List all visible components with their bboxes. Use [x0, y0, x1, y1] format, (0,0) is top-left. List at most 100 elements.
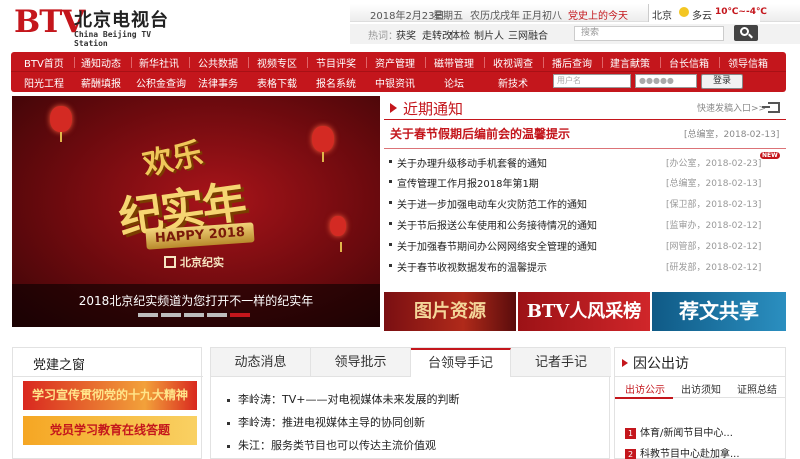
visit-tabs: 出访公示 出访须知 证照总结 [615, 376, 785, 399]
hot-word[interactable]: 体检 [450, 27, 470, 42]
hot-words-label: 热词： [368, 31, 398, 42]
notice-headline[interactable]: 关于春节假期后编前会的温馨提示 [390, 125, 570, 142]
notice-item[interactable]: 关于加强春节期间办公网网络安全管理的通知 [网管部，2018-02-12] [388, 236, 786, 254]
hero-caption[interactable]: 2018北京纪实频道为您打开不一样的纪实年 [12, 292, 380, 309]
banner-image-resources[interactable]: 图片资源 [384, 292, 516, 331]
visit-item-text[interactable]: 体育/新闻节目中心... [640, 428, 733, 439]
nav-item-notices[interactable]: 通知动态 [81, 55, 121, 70]
login-button[interactable]: 登录 [701, 74, 743, 89]
notice-item[interactable]: 关于春节收视数据发布的温馨提示 [研发部，2018-02-12] [388, 257, 786, 275]
tab-visit-guide[interactable]: 出访须知 [681, 381, 721, 396]
nav-item-suggestions[interactable]: 建言献策 [610, 55, 650, 70]
slide-dot[interactable] [161, 313, 181, 317]
login-arrow-icon[interactable] [762, 102, 780, 113]
nav-item-forms[interactable]: 表格下载 [257, 75, 297, 90]
btv-logo[interactable]: BTV 北京电视台 China Beijing TV Station [14, 4, 184, 48]
nav-item-assets[interactable]: 资产管理 [375, 55, 415, 70]
nav-item-signup[interactable]: 报名系统 [316, 75, 356, 90]
visit-list-item[interactable]: 1 体育/新闻节目中心... [625, 424, 733, 439]
slide-dot[interactable] [138, 313, 158, 317]
list-item-text[interactable]: 李岭涛：TV+——对电视媒体未来发展的判断 [238, 393, 459, 406]
notices-title: 近期通知 [403, 100, 464, 118]
hot-words-bar: 热词： 获奖 走转改 体检 制片人 三网融合 搜索 [350, 24, 800, 44]
hot-word[interactable]: 获奖 [396, 27, 416, 42]
slide-dot[interactable] [207, 313, 227, 317]
hero-slideshow[interactable]: 欢乐 纪实年 HAPPY 2018 北京纪实 2018北京纪实频道为您打开不一样… [12, 96, 380, 327]
notice-item-text[interactable]: 宣传管理工作月报2018年第1期 [397, 175, 539, 190]
username-input[interactable]: 用户名 [553, 74, 631, 88]
sun-cloud-icon [679, 7, 689, 17]
party-banner-online-quiz[interactable]: 党员学习教育在线答题 [23, 416, 197, 445]
nav-item-director-mailbox[interactable]: 台长信箱 [669, 55, 709, 70]
party-banner-19th-congress[interactable]: 学习宣传贯彻党的十九大精神 [23, 381, 197, 410]
banner-article-share[interactable]: 荐文共享 [652, 292, 786, 331]
lantern-icon [330, 216, 346, 252]
list-item[interactable]: 李岭涛：推进电视媒体主导的协同创新 [227, 414, 425, 430]
banner-btv-people[interactable]: BTV人风采榜 [518, 292, 650, 331]
list-item-text[interactable]: 李岭涛：推进电视媒体主导的协同创新 [238, 416, 425, 429]
list-item-text[interactable]: 朱江：服务类节目也可以传达主流价值观 [238, 439, 436, 452]
hot-word[interactable]: 三网融合 [508, 27, 548, 42]
notice-item[interactable]: 关于办理升级移动手机套餐的通知 [办公室，2018-02-23] NEW [388, 152, 786, 171]
search-button[interactable] [734, 25, 758, 41]
logo-cn-text: 北京电视台 [74, 10, 169, 31]
visit-item-text[interactable]: 科教节目中心赴加拿... [640, 449, 740, 459]
nav-item-home[interactable]: BTV首页 [24, 55, 64, 70]
notice-item-text[interactable]: 关于春节收视数据发布的温馨提示 [397, 259, 547, 274]
hero-caption-bar: 2018北京纪实频道为您打开不一样的纪实年 [12, 284, 380, 327]
tab-leader-instructions[interactable]: 领导批示 [311, 348, 411, 377]
notice-item[interactable]: 关于进一步加强电动车火灾防范工作的通知 [保卫部，2018-02-13] [388, 194, 786, 212]
nav-item-public-data[interactable]: 公共数据 [198, 55, 238, 70]
slide-dot-active[interactable] [230, 313, 250, 317]
notice-item-text[interactable]: 关于办理升级移动手机套餐的通知 [397, 155, 547, 170]
notice-item-meta: [研发部，2018-02-12] [666, 263, 762, 273]
hot-word[interactable]: 制片人 [474, 27, 504, 42]
lantern-icon [50, 106, 72, 142]
weekday-text: 星期五 [433, 11, 463, 22]
notice-item[interactable]: 关于节后报送公车使用和公务接待情况的通知 [监审办，2018-02-12] [388, 215, 786, 233]
tab-visit-summary[interactable]: 证照总结 [737, 381, 777, 396]
news-tabs-panel: 动态消息 领导批示 台领导手记 记者手记 李岭涛：TV+——对电视媒体未来发展的… [210, 347, 611, 459]
notice-item-meta: [网管部，2018-02-12] [666, 242, 762, 252]
nav-item-tapes[interactable]: 磁带管理 [434, 55, 474, 70]
party-history-link[interactable]: 党史上的今天 [568, 7, 628, 22]
nav-item-housing-fund[interactable]: 公积金查询 [136, 75, 186, 90]
nav-item-leader-mailbox[interactable]: 领导信箱 [728, 55, 768, 70]
nav-item-forum[interactable]: 论坛 [444, 75, 464, 90]
notices-panel: 近期通知 快速发稿入口>> 关于春节假期后编前会的温馨提示 [总编室，2018-… [384, 96, 786, 288]
tab-leader-notes[interactable]: 台领导手记 [411, 348, 511, 377]
notice-item[interactable]: 宣传管理工作月报2018年第1期 [总编室，2018-02-13] [388, 173, 786, 191]
nav-item-sunshine[interactable]: 阳光工程 [24, 75, 64, 90]
visit-panel-title: 因公出访 [633, 356, 689, 372]
notice-item-text[interactable]: 关于进一步加强电动车火灾防范工作的通知 [397, 196, 587, 211]
notice-item-text[interactable]: 关于加强春节期间办公网网络安全管理的通知 [397, 238, 597, 253]
nav-row-2: 阳光工程 薪酬填报 公积金查询 法律事务 表格下载 报名系统 中银资讯 论坛 新… [11, 72, 786, 92]
hot-word[interactable]: 走转改 [422, 27, 452, 42]
notice-item-meta: [总编室，2018-02-13] [666, 179, 762, 189]
search-input[interactable]: 搜索 [574, 26, 724, 41]
visit-list-item[interactable]: 2 科教节目中心赴加拿... [625, 445, 740, 459]
nav-item-new-tech[interactable]: 新技术 [498, 75, 528, 90]
password-input[interactable]: ●●●●● [635, 74, 697, 88]
rank-badge: 2 [625, 449, 636, 459]
notice-item-text[interactable]: 关于节后报送公车使用和公务接待情况的通知 [397, 217, 597, 232]
tab-news[interactable]: 动态消息 [211, 348, 311, 377]
nav-item-salary[interactable]: 薪酬填报 [81, 75, 121, 90]
tab-reporter-notes[interactable]: 记者手记 [511, 348, 611, 377]
notice-item-meta: [保卫部，2018-02-13] [666, 200, 762, 210]
list-item[interactable]: 李岭涛：TV+——对电视媒体未来发展的判断 [227, 391, 459, 407]
nav-item-ratings[interactable]: 收视调查 [493, 55, 533, 70]
nav-item-legal[interactable]: 法律事务 [198, 75, 238, 90]
nav-item-broadcast-query[interactable]: 播后查询 [552, 55, 592, 70]
list-item[interactable]: 朱江：服务类节目也可以传达主流价值观 [227, 437, 436, 453]
nav-item-xinhua[interactable]: 新华社讯 [139, 55, 179, 70]
lantern-icon [312, 126, 334, 162]
tab-visit-publicity[interactable]: 出访公示 [625, 381, 665, 396]
nav-item-boc-news[interactable]: 中银资讯 [375, 75, 415, 90]
logo-en-text: China Beijing TV Station [74, 30, 152, 48]
quick-submit-link[interactable]: 快速发稿入口>> [697, 101, 766, 114]
slide-dot[interactable] [184, 313, 204, 317]
nav-item-awards[interactable]: 节目评奖 [316, 55, 356, 70]
weather-text: 多云 [692, 11, 712, 22]
nav-item-video[interactable]: 视频专区 [257, 55, 297, 70]
